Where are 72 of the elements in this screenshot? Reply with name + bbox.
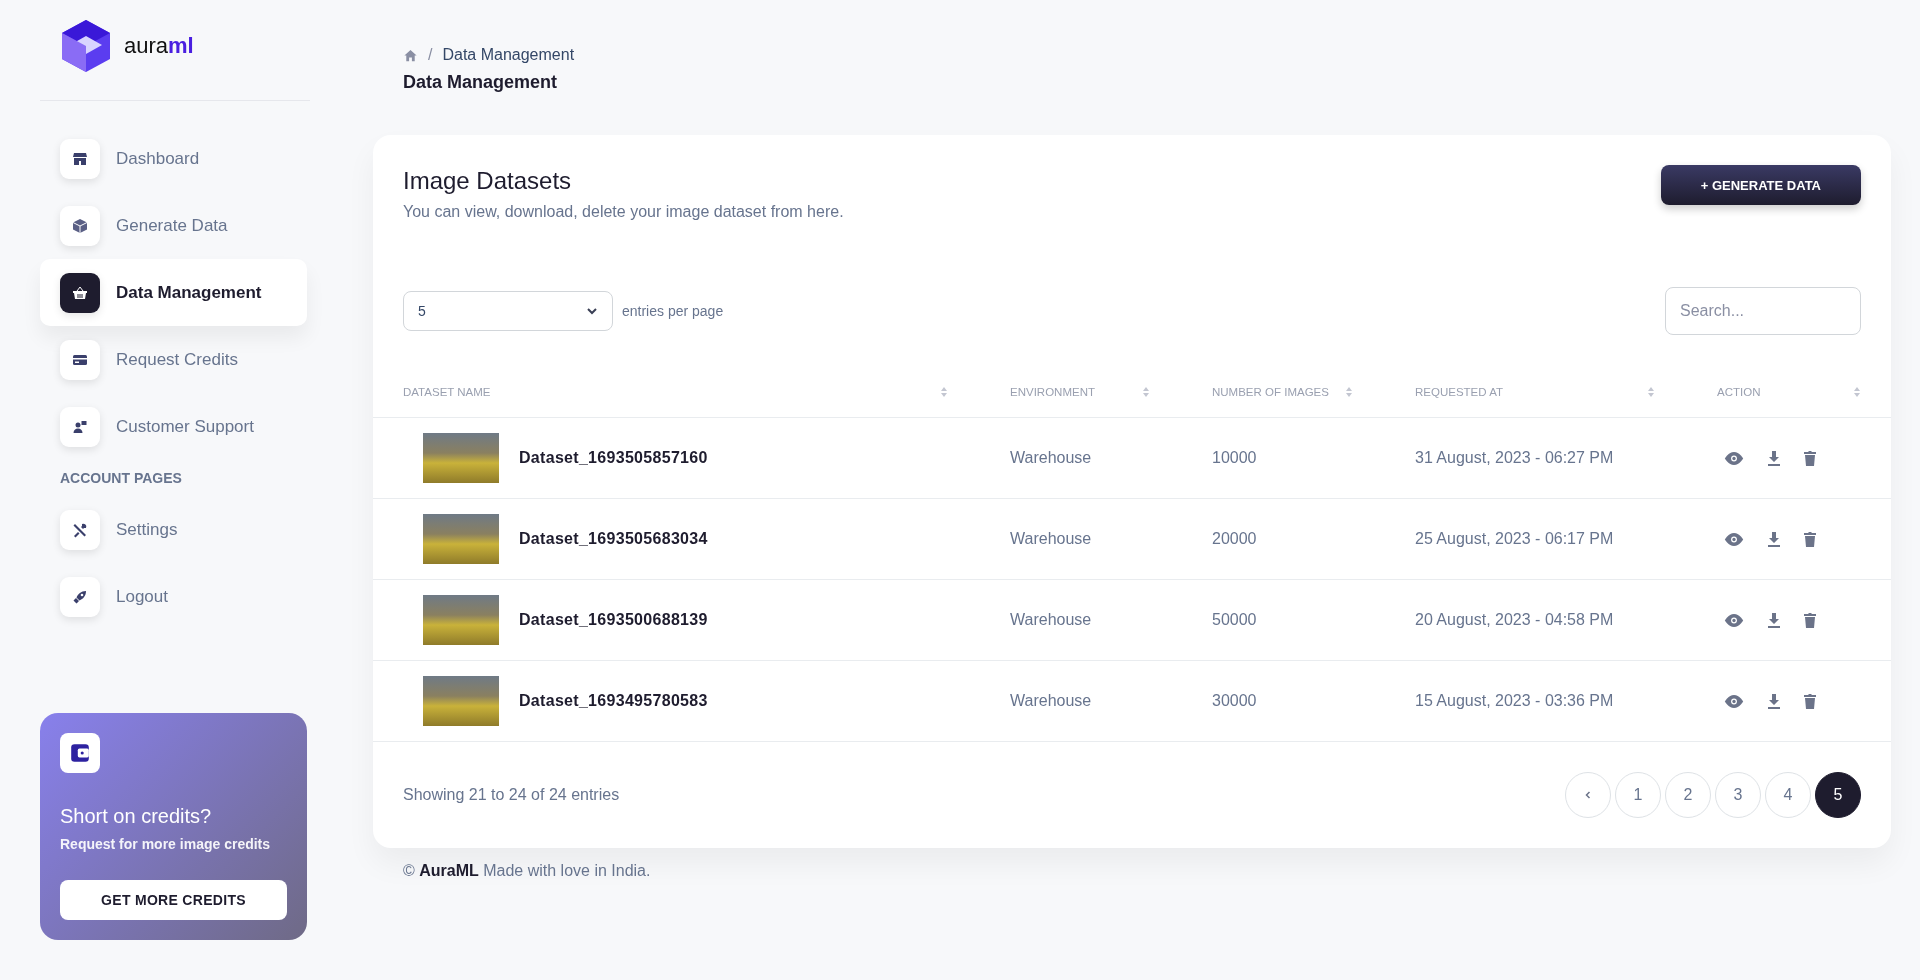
breadcrumb-current: Data Management (442, 46, 575, 64)
table-cell: 20 August, 2023 - 04:58 PM (1415, 611, 1614, 629)
card-subtitle: You can view, download, delete your image dataset from here. (403, 203, 844, 221)
search-field[interactable]: Search... (1665, 287, 1861, 335)
trash-icon[interactable] (1803, 450, 1817, 466)
get-more-credits-button[interactable]: GET MORE CREDITS (60, 880, 287, 920)
table-cell: Dataset_1693500688139 (519, 611, 708, 629)
page-button[interactable]: 3 (1715, 772, 1761, 818)
column-header: NUMBER OF IMAGES (1212, 386, 1329, 398)
sidebar-item[interactable]: Generate Data (40, 192, 307, 259)
page-button[interactable]: 2 (1665, 772, 1711, 818)
table-cell: Dataset_1693505683034 (519, 530, 708, 548)
entries-per-page-label: entries per page (622, 303, 724, 319)
breadcrumb-separator: / (428, 46, 433, 64)
table-cell: Dataset_1693495780583 (519, 692, 708, 710)
tools-icon (72, 521, 88, 538)
brand-name-accent: ml (168, 33, 194, 59)
table-cell: 25 August, 2023 - 06:17 PM (1415, 530, 1614, 548)
eye-icon[interactable] (1723, 450, 1745, 466)
eye-icon[interactable] (1723, 693, 1745, 709)
chevron-down-icon (586, 305, 598, 317)
table-cell: Warehouse (1010, 692, 1092, 710)
eye-icon[interactable] (1723, 531, 1745, 547)
download-icon[interactable] (1767, 693, 1781, 709)
sidebar-item[interactable]: Dashboard (40, 125, 307, 192)
sidebar-item[interactable]: Settings (40, 496, 307, 563)
column-header: ENVIRONMENT (1010, 386, 1095, 398)
page-button[interactable]: 5 (1815, 772, 1861, 818)
page-title: Data Management (402, 72, 559, 93)
column-header: ACTION (1717, 386, 1761, 398)
person-chat-icon (72, 418, 88, 435)
table-cell: Warehouse (1010, 530, 1092, 548)
wallet-icon (69, 742, 91, 764)
entries-summary: Showing 21 to 24 of 24 entries (403, 786, 620, 804)
section-heading: ACCOUNT PAGES (59, 469, 183, 488)
page-button[interactable]: 1 (1615, 772, 1661, 818)
table-cell: Warehouse (1010, 449, 1092, 467)
sidebar-item[interactable]: Logout (40, 563, 307, 630)
table-cell: 15 August, 2023 - 03:36 PM (1415, 692, 1614, 710)
cube-icon (72, 217, 88, 234)
sidebar-item[interactable]: Data Management (40, 259, 307, 326)
card-title: Image Datasets (403, 167, 573, 195)
eye-icon[interactable] (1723, 612, 1745, 628)
trash-icon[interactable] (1803, 612, 1817, 628)
trash-icon[interactable] (1803, 531, 1817, 547)
column-header: DATASET NAME (403, 386, 491, 398)
sidebar-item[interactable]: Request Credits (40, 326, 307, 393)
table-cell: 31 August, 2023 - 06:27 PM (1415, 449, 1614, 467)
page-button[interactable]: 4 (1765, 772, 1811, 818)
basket-icon (72, 284, 88, 301)
table-cell: 10000 (1212, 449, 1257, 467)
trash-icon[interactable] (1803, 693, 1817, 709)
table-cell: 20000 (1212, 530, 1257, 548)
home-icon[interactable] (403, 47, 418, 63)
footer-text: © AuraML Made with love in India. (402, 861, 652, 880)
promo-title: Short on credits? (60, 805, 213, 828)
promo-text: Request for more image credits (60, 836, 272, 852)
chevron-left-icon (1583, 790, 1593, 800)
brand-name: aura (124, 33, 169, 59)
generate-data-button[interactable]: + GENERATE DATA (1660, 165, 1861, 205)
page-size-select[interactable]: 5 (403, 291, 613, 331)
table-cell: Warehouse (1010, 611, 1092, 629)
store-icon (72, 150, 88, 167)
download-icon[interactable] (1767, 531, 1781, 547)
rocket-icon (72, 588, 88, 605)
download-icon[interactable] (1767, 612, 1781, 628)
table-cell: 30000 (1212, 692, 1257, 710)
table-cell: Dataset_1693505857160 (519, 449, 708, 467)
table-cell: 50000 (1212, 611, 1257, 629)
sidebar-item[interactable]: Customer Support (40, 393, 307, 460)
column-header: REQUESTED AT (1415, 386, 1503, 398)
download-icon[interactable] (1767, 450, 1781, 466)
